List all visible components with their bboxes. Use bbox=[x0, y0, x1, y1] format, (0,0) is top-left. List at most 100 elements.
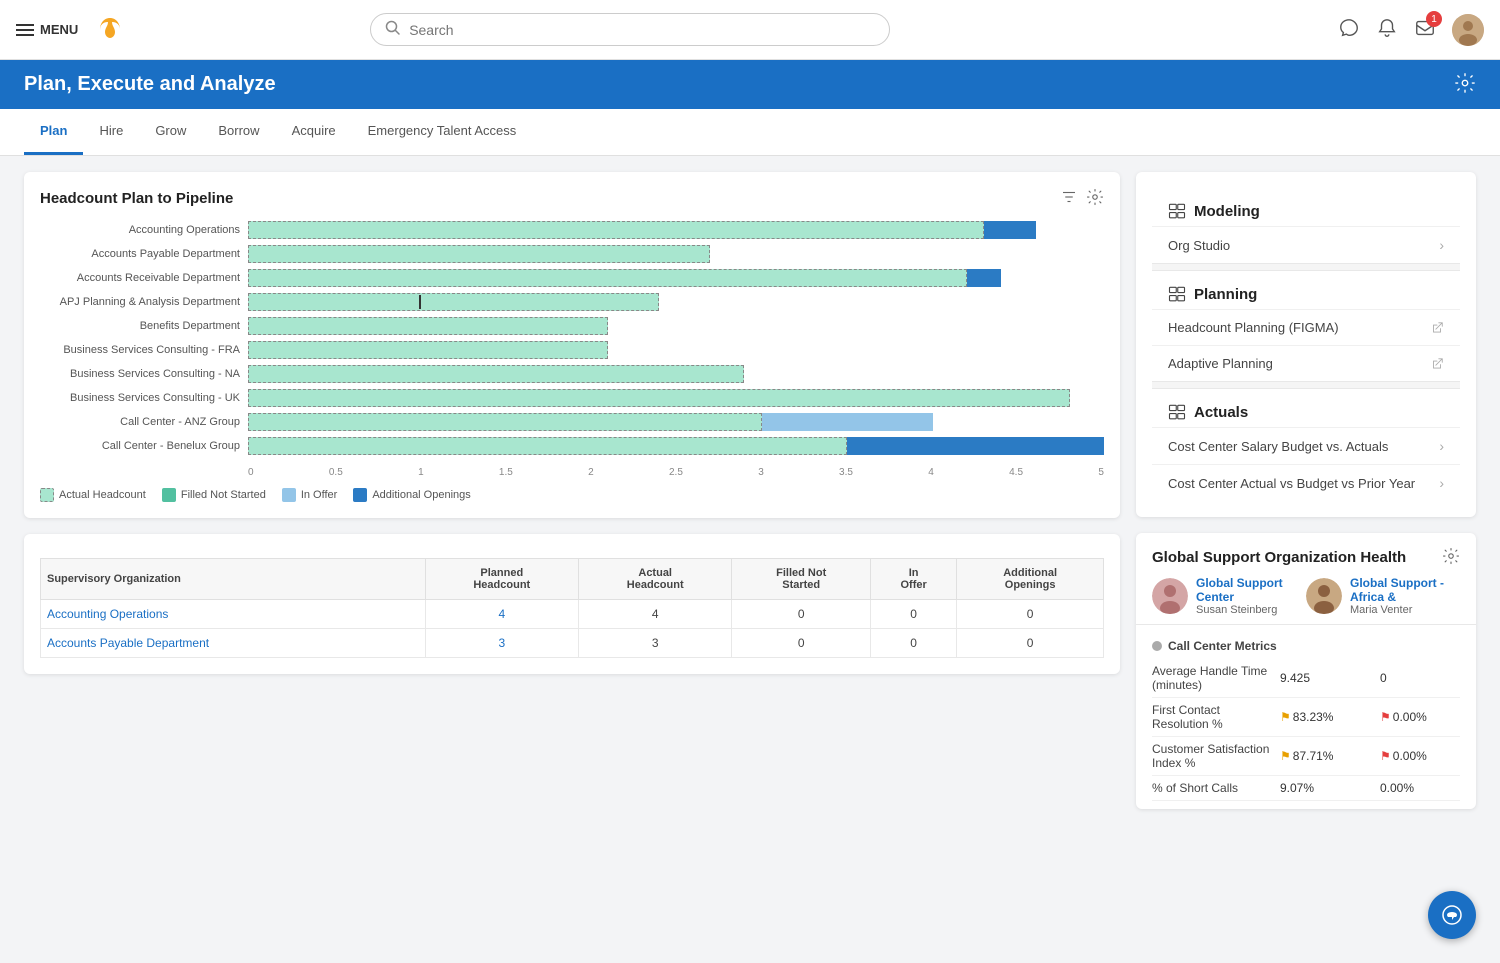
tab-acquire[interactable]: Acquire bbox=[276, 109, 352, 155]
chat-float-button[interactable] bbox=[1428, 891, 1476, 939]
chart-title: Headcount Plan to Pipeline bbox=[40, 190, 233, 207]
modeling-title: Modeling bbox=[1194, 203, 1260, 220]
metrics-rows: Average Handle Time (minutes)9.4250First… bbox=[1152, 659, 1460, 801]
col-actual: ActualHeadcount bbox=[578, 559, 731, 600]
col-additional: AdditionalOpenings bbox=[957, 559, 1104, 600]
flag-red: ⚑ bbox=[1380, 710, 1391, 724]
modeling-planning-actuals-card: Modeling Org Studio › Planning Headcount bbox=[1136, 172, 1476, 517]
bar-row: Call Center - Benelux Group bbox=[40, 437, 1104, 455]
metrics-section: Call Center Metrics Average Handle Time … bbox=[1136, 625, 1476, 809]
actuals-header: Actuals bbox=[1152, 389, 1460, 427]
menu-label: MENU bbox=[40, 22, 78, 37]
bar-row: APJ Planning & Analysis Department bbox=[40, 293, 1104, 311]
bar-row: Accounting Operations bbox=[40, 221, 1104, 239]
legend-item: In Offer bbox=[282, 488, 337, 502]
cost-center-salary-item[interactable]: Cost Center Salary Budget vs. Actuals › bbox=[1152, 427, 1460, 464]
org-person-1: Global Support Center Susan Steinberg bbox=[1152, 576, 1306, 616]
bar-row: Accounts Receivable Department bbox=[40, 269, 1104, 287]
bar-area bbox=[248, 221, 1104, 239]
header-settings-icon[interactable] bbox=[1454, 72, 1476, 97]
cost-center-actual-item[interactable]: Cost Center Actual vs Budget vs Prior Ye… bbox=[1152, 464, 1460, 501]
metric-row: First Contact Resolution %⚑83.23%⚑0.00% bbox=[1152, 698, 1460, 737]
table-row: Accounting Operations44000 bbox=[41, 600, 1104, 629]
top-navigation: MENU bbox=[0, 0, 1500, 60]
bar-label: Call Center - ANZ Group bbox=[40, 416, 240, 428]
section-divider-1 bbox=[1152, 263, 1460, 271]
bar-label: Accounting Operations bbox=[40, 224, 240, 236]
person1-role: Susan Steinberg bbox=[1196, 604, 1306, 616]
org-health-card: Global Support Organization Health bbox=[1136, 533, 1476, 809]
search-input[interactable] bbox=[409, 22, 875, 38]
chevron-right-icon-3: › bbox=[1439, 438, 1444, 454]
table-card: Supervisory Organization PlannedHeadcoun… bbox=[24, 534, 1120, 674]
org-persons: Global Support Center Susan Steinberg Gl… bbox=[1136, 576, 1476, 625]
table-body: Accounting Operations44000Accounts Payab… bbox=[41, 600, 1104, 658]
headcount-planning-item[interactable]: Headcount Planning (FIGMA) bbox=[1152, 309, 1460, 345]
planned-val: 3 bbox=[425, 629, 578, 658]
actual-val: 4 bbox=[578, 600, 731, 629]
notification-icon-button[interactable] bbox=[1376, 17, 1398, 42]
chat-float-icon bbox=[1440, 903, 1464, 927]
section-divider-2 bbox=[1152, 381, 1460, 389]
bar-area bbox=[248, 293, 1104, 311]
col-planned: PlannedHeadcount bbox=[425, 559, 578, 600]
adaptive-planning-item[interactable]: Adaptive Planning bbox=[1152, 345, 1460, 381]
org-link[interactable]: Accounting Operations bbox=[47, 607, 168, 621]
actual-val: 3 bbox=[578, 629, 731, 658]
actuals-icon bbox=[1168, 403, 1186, 421]
bar-label: Business Services Consulting - UK bbox=[40, 392, 240, 404]
bar-row: Business Services Consulting - UK bbox=[40, 389, 1104, 407]
tab-grow[interactable]: Grow bbox=[139, 109, 202, 155]
modeling-header: Modeling bbox=[1152, 188, 1460, 226]
page-title: Plan, Execute and Analyze bbox=[24, 73, 276, 96]
planning-title: Planning bbox=[1194, 286, 1257, 303]
org-health-settings-icon[interactable] bbox=[1442, 547, 1460, 568]
inbox-badge: 1 bbox=[1426, 11, 1442, 27]
bar-area bbox=[248, 413, 1104, 431]
person2-role: Maria Venter bbox=[1350, 604, 1460, 616]
chart-bars: Accounting Operations Accounts Payable De… bbox=[40, 221, 1104, 463]
bar-label: Business Services Consulting - NA bbox=[40, 368, 240, 380]
chevron-right-icon-4: › bbox=[1439, 475, 1444, 491]
metrics-title: Call Center Metrics bbox=[1152, 633, 1460, 659]
offer-val: 0 bbox=[871, 600, 957, 629]
inbox-icon-button[interactable]: 1 bbox=[1414, 17, 1436, 42]
col-filled: Filled NotStarted bbox=[732, 559, 871, 600]
bar-area bbox=[248, 437, 1104, 455]
org-studio-item[interactable]: Org Studio › bbox=[1152, 226, 1460, 263]
planning-header: Planning bbox=[1152, 271, 1460, 309]
workday-logo[interactable] bbox=[90, 10, 130, 50]
bar-area bbox=[248, 365, 1104, 383]
chart-legend: Actual Headcount Filled Not Started In Off… bbox=[40, 488, 1104, 502]
bar-area bbox=[248, 341, 1104, 359]
right-panel: Modeling Org Studio › Planning Headcount bbox=[1136, 172, 1476, 809]
person2-name[interactable]: Global Support - Africa & bbox=[1350, 576, 1460, 604]
bar-label: APJ Planning & Analysis Department bbox=[40, 296, 240, 308]
flag-yellow: ⚑ bbox=[1280, 749, 1291, 763]
hamburger-icon bbox=[16, 24, 34, 36]
person1-name[interactable]: Global Support Center bbox=[1196, 576, 1306, 604]
user-avatar[interactable] bbox=[1452, 14, 1484, 46]
bar-area bbox=[248, 317, 1104, 335]
search-bar[interactable] bbox=[370, 13, 890, 46]
bar-label: Accounts Payable Department bbox=[40, 248, 240, 260]
actuals-title: Actuals bbox=[1194, 404, 1248, 421]
chat-icon-button[interactable] bbox=[1338, 17, 1360, 42]
org-link[interactable]: Accounts Payable Department bbox=[47, 636, 209, 650]
bar-area bbox=[248, 245, 1104, 263]
tab-borrow[interactable]: Borrow bbox=[202, 109, 275, 155]
legend-item: Filled Not Started bbox=[162, 488, 266, 502]
legend-item: Actual Headcount bbox=[40, 488, 146, 502]
tab-emergency[interactable]: Emergency Talent Access bbox=[352, 109, 533, 155]
tab-hire[interactable]: Hire bbox=[83, 109, 139, 155]
bar-label: Call Center - Benelux Group bbox=[40, 440, 240, 452]
additional-val: 0 bbox=[957, 629, 1104, 658]
chart-container: Accounting Operations Accounts Payable De… bbox=[40, 221, 1104, 478]
menu-button[interactable]: MENU bbox=[16, 22, 78, 37]
nav-icons: 1 bbox=[1338, 14, 1484, 46]
chart-filter-icon[interactable] bbox=[1060, 188, 1078, 209]
external-link-icon bbox=[1430, 321, 1444, 335]
tab-plan[interactable]: Plan bbox=[24, 109, 83, 155]
metric-row: % of Short Calls9.07%0.00% bbox=[1152, 776, 1460, 801]
chart-settings-icon[interactable] bbox=[1086, 188, 1104, 209]
